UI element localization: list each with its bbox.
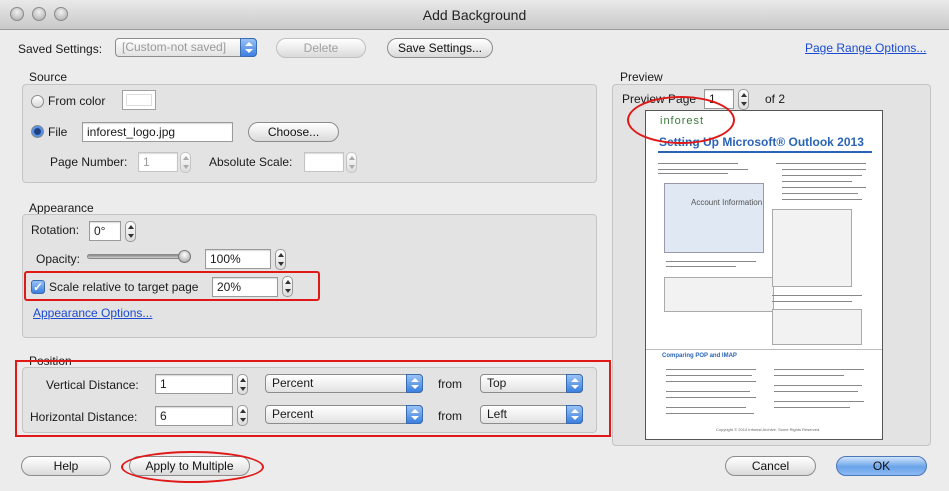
absolute-scale-stepper[interactable] xyxy=(346,152,357,173)
from-color-radio[interactable] xyxy=(31,95,44,108)
preview-page-total: of 2 xyxy=(765,92,786,106)
choose-file-button[interactable]: Choose... xyxy=(248,122,339,142)
from-color-label: From color xyxy=(48,94,106,108)
page-range-options-link[interactable]: Page Range Options... xyxy=(805,41,926,55)
title-bar: Add Background xyxy=(0,0,949,30)
doc-section-heading: Comparing POP and IMAP xyxy=(662,353,737,359)
cancel-button[interactable]: Cancel xyxy=(725,456,816,476)
doc-screenshot-1: Account Information xyxy=(664,183,764,253)
opacity-stepper[interactable] xyxy=(275,249,286,270)
absolute-scale-field[interactable] xyxy=(304,152,344,172)
rotation-label: Rotation: xyxy=(31,223,80,237)
opacity-label: Opacity: xyxy=(36,252,81,266)
opacity-field[interactable]: 100% xyxy=(205,249,271,269)
appearance-section-title: Appearance xyxy=(29,201,94,215)
preview-section-title: Preview xyxy=(620,70,663,84)
file-radio[interactable] xyxy=(31,125,44,138)
page-number-label: Page Number: xyxy=(50,155,128,169)
saved-settings-value: [Custom-not saved] xyxy=(122,40,227,54)
opacity-slider-track[interactable] xyxy=(87,254,191,259)
ok-button[interactable]: OK xyxy=(836,456,927,476)
chevron-updown-icon xyxy=(240,38,257,57)
preview-page-stepper[interactable] xyxy=(738,89,749,110)
save-settings-button[interactable]: Save Settings... xyxy=(387,38,493,58)
logo-highlight-oval xyxy=(627,96,735,144)
rotation-field[interactable]: 0° xyxy=(89,221,121,241)
page-number-field[interactable]: 1 xyxy=(138,152,178,172)
window-title: Add Background xyxy=(422,7,527,23)
color-swatch[interactable] xyxy=(122,90,156,110)
saved-settings-label: Saved Settings: xyxy=(18,42,103,56)
document-preview: inforest Setting Up Microsoft® Outlook 2… xyxy=(645,110,883,440)
scale-highlight-box xyxy=(24,271,320,301)
opacity-slider-knob[interactable] xyxy=(178,250,191,263)
doc-footer: Copyright © 2014 Inforest Archive. Some … xyxy=(716,427,821,432)
doc-subheading: Account Information xyxy=(691,198,763,207)
help-button[interactable]: Help xyxy=(21,456,111,476)
saved-settings-select[interactable]: [Custom-not saved] xyxy=(115,38,257,57)
appearance-options-link[interactable]: Appearance Options... xyxy=(33,306,152,320)
file-label: File xyxy=(48,125,68,139)
absolute-scale-label: Absolute Scale: xyxy=(209,155,293,169)
delete-button[interactable]: Delete xyxy=(276,38,366,58)
file-path-field[interactable]: inforest_logo.jpg xyxy=(82,122,233,142)
source-section-title: Source xyxy=(29,70,68,84)
position-highlight-box xyxy=(15,360,611,437)
apply-multiple-highlight-oval xyxy=(121,451,264,483)
rotation-stepper[interactable] xyxy=(125,221,136,242)
page-number-stepper[interactable] xyxy=(180,152,191,173)
